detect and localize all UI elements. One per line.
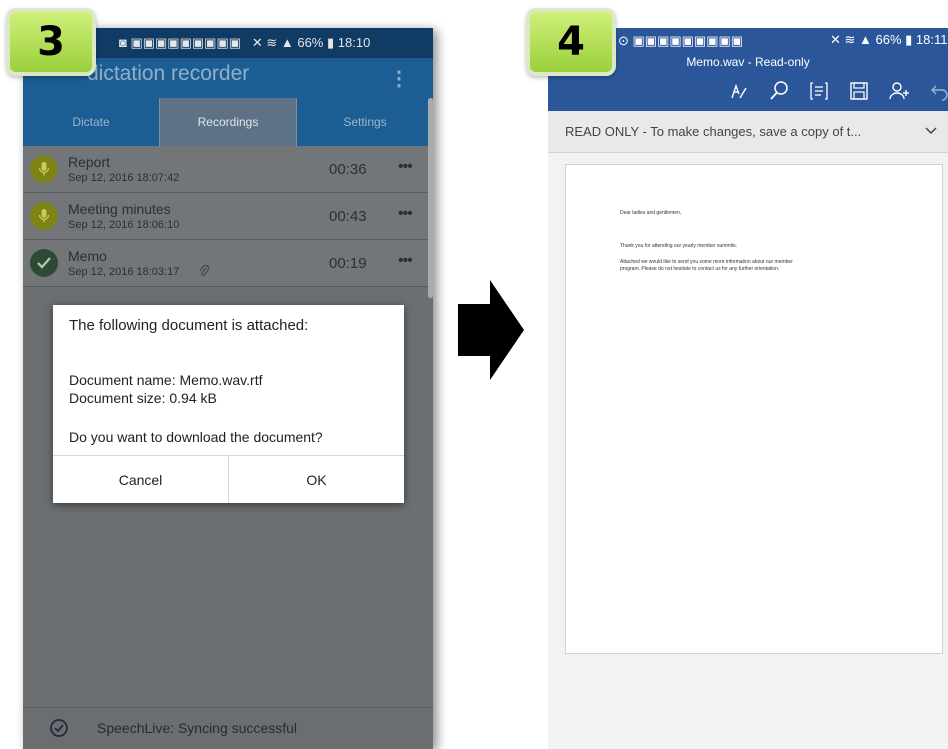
recording-date: Sep 12, 2016 18:07:42 bbox=[68, 172, 180, 184]
dialog-heading: The following document is attached: bbox=[69, 317, 309, 334]
attachment-icon bbox=[199, 264, 209, 282]
recording-date: Sep 12, 2016 18:03:17 bbox=[68, 266, 180, 278]
sync-status-text: SpeechLive: Syncing successful bbox=[97, 720, 297, 736]
document-page[interactable]: Dear ladies and gentlemen, Thank you for… bbox=[565, 164, 943, 654]
notification-icons: ◙ ▣▣▣▣▣▣▣▣▣ ✕ ≋ ▲ bbox=[119, 35, 298, 50]
letter-line: program. Please do not hesitate to conta… bbox=[620, 266, 780, 272]
signal-icons: ✕ ≋ ▲ bbox=[830, 32, 876, 47]
attachment-dialog: The following document is attached: Docu… bbox=[53, 305, 404, 503]
status-icons: ✕ ≋ ▲ 66% ▮ 18:11 bbox=[830, 32, 948, 48]
cancel-button[interactable]: Cancel bbox=[53, 456, 228, 503]
notification-icons: ⊙ ▣▣▣▣▣▣▣▣▣ bbox=[618, 33, 744, 48]
right-phone-screen: ✕ ≋ ▲ 66% ▮ 18:11 ⊙ ▣▣▣▣▣▣▣▣▣ Memo.wav -… bbox=[548, 28, 948, 749]
draw-pen-icon[interactable] bbox=[728, 80, 750, 102]
tab-dictate[interactable]: Dictate bbox=[23, 98, 159, 146]
battery-level: 66% bbox=[297, 35, 324, 50]
letter-line: Thank you for attending our yearly membe… bbox=[620, 243, 737, 249]
battery-icon: ▮ bbox=[323, 35, 338, 50]
recordings-list: Report Sep 12, 2016 18:07:42 00:36 ••• M… bbox=[23, 146, 433, 287]
tab-settings[interactable]: Settings bbox=[297, 98, 433, 146]
recording-duration: 00:43 bbox=[329, 208, 367, 225]
reading-view-icon[interactable] bbox=[808, 80, 830, 102]
tab-recordings[interactable]: Recordings bbox=[159, 98, 297, 146]
right-arrow-icon bbox=[458, 280, 524, 380]
search-icon[interactable] bbox=[768, 80, 790, 102]
clock: 18:11 bbox=[915, 32, 948, 47]
toolbar bbox=[728, 80, 948, 102]
step-number: 3 bbox=[37, 19, 65, 65]
recording-name: Report bbox=[68, 154, 111, 170]
recording-date: Sep 12, 2016 18:06:10 bbox=[68, 219, 180, 231]
tab-bar: Dictate Recordings Settings bbox=[23, 98, 433, 146]
status-icons: ◙ ▣▣▣▣▣▣▣▣▣ ✕ ≋ ▲ 66% ▮ 18:10 bbox=[119, 35, 370, 51]
recording-duration: 00:19 bbox=[329, 255, 367, 272]
save-icon[interactable] bbox=[848, 80, 870, 102]
share-user-icon[interactable] bbox=[888, 80, 910, 102]
read-only-banner[interactable]: READ ONLY - To make changes, save a copy… bbox=[548, 111, 948, 153]
microphone-icon bbox=[30, 202, 58, 230]
list-item[interactable]: Memo Sep 12, 2016 18:03:17 00:19 ••• bbox=[23, 240, 433, 287]
read-only-message: READ ONLY - To make changes, save a copy… bbox=[565, 124, 862, 139]
letter-greeting: Dear ladies and gentlemen, bbox=[620, 210, 682, 216]
battery-level: 66% bbox=[875, 32, 902, 47]
sync-check-icon bbox=[49, 718, 69, 743]
dialog-buttons: Cancel OK bbox=[53, 455, 404, 503]
ok-button[interactable]: OK bbox=[228, 456, 404, 503]
more-options-icon[interactable]: ••• bbox=[398, 205, 413, 223]
document-name: Document name: Memo.wav.rtf bbox=[69, 372, 263, 388]
list-item[interactable]: Meeting minutes Sep 12, 2016 18:06:10 00… bbox=[23, 193, 433, 240]
step-badge: 4 bbox=[526, 8, 616, 76]
recording-name: Meeting minutes bbox=[68, 201, 171, 217]
microphone-icon bbox=[30, 155, 58, 183]
recording-name: Memo bbox=[68, 248, 107, 264]
letter-line: Attached we would like to send you some … bbox=[620, 259, 793, 265]
chevron-down-icon[interactable] bbox=[924, 123, 938, 142]
battery-icon: ▮ bbox=[901, 32, 916, 47]
recording-duration: 00:36 bbox=[329, 161, 367, 178]
app-title: dictation recorder bbox=[87, 62, 250, 85]
clock: 18:10 bbox=[337, 35, 371, 50]
scrollbar[interactable] bbox=[428, 98, 433, 298]
undo-icon[interactable] bbox=[928, 80, 948, 102]
step-number: 4 bbox=[557, 19, 585, 65]
more-options-icon[interactable]: ••• bbox=[398, 252, 413, 270]
more-options-icon[interactable]: ••• bbox=[398, 158, 413, 176]
list-item[interactable]: Report Sep 12, 2016 18:07:42 00:36 ••• bbox=[23, 146, 433, 193]
step-badge: 3 bbox=[6, 8, 96, 76]
overflow-menu-icon[interactable]: ⋮ bbox=[389, 66, 409, 91]
sync-status-bar: SpeechLive: Syncing successful bbox=[23, 707, 433, 749]
download-question: Do you want to download the document? bbox=[69, 429, 323, 445]
document-size: Document size: 0.94 kB bbox=[69, 390, 217, 406]
checkmark-icon bbox=[30, 249, 58, 277]
